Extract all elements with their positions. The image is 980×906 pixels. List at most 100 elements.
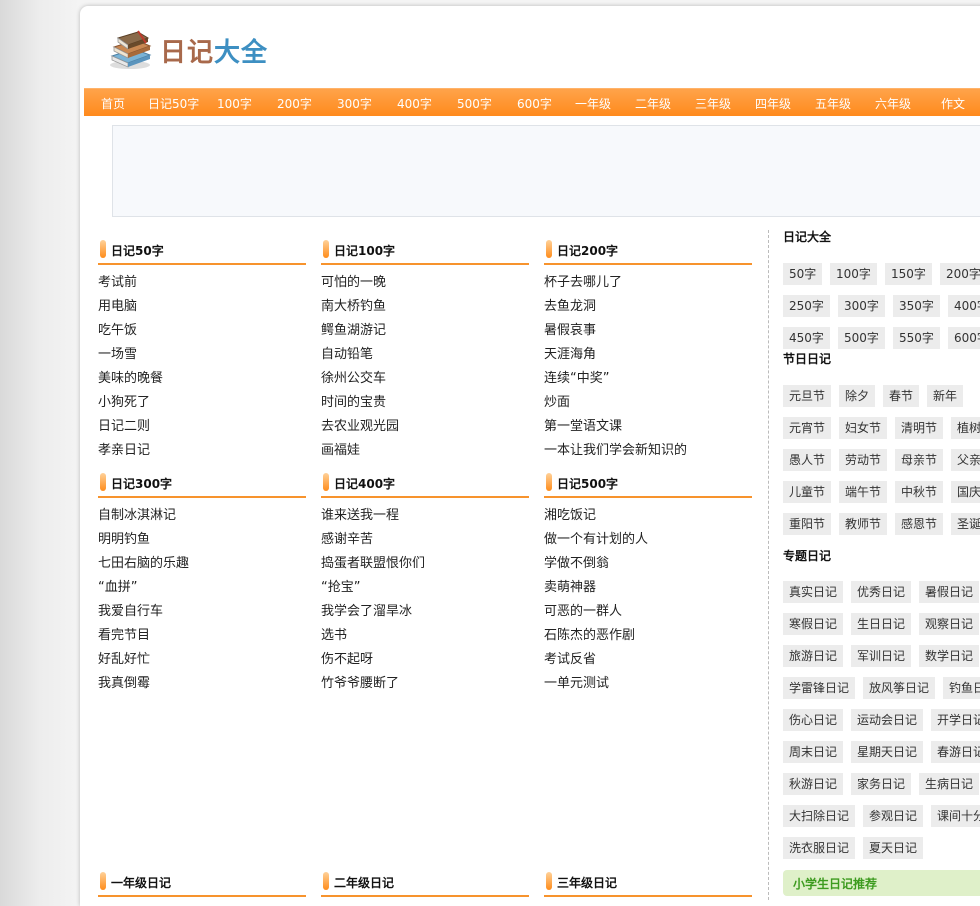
- article-link[interactable]: 伤不起呀: [321, 648, 529, 672]
- column-title[interactable]: 日记300字: [111, 475, 172, 492]
- article-link[interactable]: 可怕的一晚: [321, 271, 529, 295]
- article-link[interactable]: 考试前: [98, 271, 306, 295]
- sidebar-tag[interactable]: 暑假日记: [919, 581, 980, 603]
- sidebar-tag[interactable]: 200字: [940, 263, 980, 285]
- sidebar-tag[interactable]: 清明节: [895, 417, 944, 439]
- article-link[interactable]: 孝亲日记: [98, 439, 306, 463]
- sidebar-tag[interactable]: 国庆节: [951, 481, 980, 503]
- nav-item[interactable]: 二年级: [635, 95, 671, 112]
- sidebar-tag[interactable]: 重阳节: [783, 513, 832, 535]
- nav-item[interactable]: 100字: [217, 95, 252, 112]
- article-link[interactable]: 吃午饭: [98, 319, 306, 343]
- article-link[interactable]: 天涯海角: [544, 343, 752, 367]
- article-link[interactable]: “血拼”: [98, 576, 306, 600]
- article-link[interactable]: 一单元测试: [544, 672, 752, 696]
- sidebar-tag[interactable]: 大扫除日记: [783, 805, 856, 827]
- article-link[interactable]: 南大桥钓鱼: [321, 295, 529, 319]
- sidebar-tag[interactable]: 寒假日记: [783, 613, 844, 635]
- sidebar-tag[interactable]: 350字: [893, 295, 940, 317]
- article-link[interactable]: 暑假哀事: [544, 319, 752, 343]
- nav-item[interactable]: 200字: [277, 95, 312, 112]
- article-link[interactable]: 石陈杰的恶作剧: [544, 624, 752, 648]
- sidebar-tag[interactable]: 放风筝日记: [863, 677, 936, 699]
- article-link[interactable]: 炒面: [544, 391, 752, 415]
- sidebar-tag[interactable]: 450字: [783, 327, 830, 349]
- article-link[interactable]: 捣蛋者联盟恨你们: [321, 552, 529, 576]
- article-link[interactable]: 杯子去哪儿了: [544, 271, 752, 295]
- sidebar-tag[interactable]: 运动会日记: [851, 709, 924, 731]
- sidebar-tag[interactable]: 250字: [783, 295, 830, 317]
- article-link[interactable]: 连续“中奖”: [544, 367, 752, 391]
- nav-item[interactable]: 日记50字: [148, 95, 199, 112]
- sidebar-tag[interactable]: 钓鱼日记: [943, 677, 980, 699]
- sidebar-tag[interactable]: 母亲节: [895, 449, 944, 471]
- sidebar-tag[interactable]: 劳动节: [839, 449, 888, 471]
- sidebar-tag[interactable]: 春游日记: [931, 741, 980, 763]
- sidebar-tag[interactable]: 愚人节: [783, 449, 832, 471]
- sidebar-tag[interactable]: 50字: [783, 263, 823, 285]
- sidebar-tag[interactable]: 端午节: [839, 481, 888, 503]
- sidebar-tag[interactable]: 洗衣服日记: [783, 837, 856, 859]
- column-title[interactable]: 一年级日记: [111, 874, 171, 891]
- column-title[interactable]: 日记500字: [557, 475, 618, 492]
- article-link[interactable]: 小狗死了: [98, 391, 306, 415]
- nav-item[interactable]: 300字: [337, 95, 372, 112]
- sidebar-tag[interactable]: 夏天日记: [863, 837, 924, 859]
- sidebar-tag[interactable]: 元宵节: [783, 417, 832, 439]
- sidebar-tag[interactable]: 550字: [893, 327, 940, 349]
- article-link[interactable]: 竹爷爷腰断了: [321, 672, 529, 696]
- sidebar-tag[interactable]: 参观日记: [863, 805, 924, 827]
- sidebar-tag[interactable]: 星期天日记: [851, 741, 924, 763]
- sidebar-tag[interactable]: 真实日记: [783, 581, 844, 603]
- sidebar-tag[interactable]: 妇女节: [839, 417, 888, 439]
- nav-item[interactable]: 500字: [457, 95, 492, 112]
- article-link[interactable]: “抢宝”: [321, 576, 529, 600]
- article-link[interactable]: 我学会了溜旱冰: [321, 600, 529, 624]
- article-link[interactable]: 第一堂语文课: [544, 415, 752, 439]
- sidebar-tag[interactable]: 100字: [830, 263, 877, 285]
- sidebar-tag[interactable]: 圣诞节: [951, 513, 980, 535]
- article-link[interactable]: 做一个有计划的人: [544, 528, 752, 552]
- nav-item[interactable]: 600字: [517, 95, 552, 112]
- article-link[interactable]: 画福娃: [321, 439, 529, 463]
- article-link[interactable]: 谁来送我一程: [321, 504, 529, 528]
- article-link[interactable]: 自制冰淇淋记: [98, 504, 306, 528]
- article-link[interactable]: 我真倒霉: [98, 672, 306, 696]
- article-link[interactable]: 明明钓鱼: [98, 528, 306, 552]
- sidebar-tag[interactable]: 生日日记: [851, 613, 912, 635]
- sidebar-tag[interactable]: 中秋节: [895, 481, 944, 503]
- article-link[interactable]: 一本让我们学会新知识的: [544, 439, 752, 463]
- sidebar-tag[interactable]: 数学日记: [919, 645, 980, 667]
- nav-item[interactable]: 六年级: [875, 95, 911, 112]
- article-link[interactable]: 用电脑: [98, 295, 306, 319]
- sidebar-tag[interactable]: 600字: [948, 327, 980, 349]
- nav-item[interactable]: 四年级: [755, 95, 791, 112]
- nav-item[interactable]: 首页: [101, 95, 125, 112]
- article-link[interactable]: 学做不倒翁: [544, 552, 752, 576]
- article-link[interactable]: 自动铅笔: [321, 343, 529, 367]
- sidebar-tag[interactable]: 父亲节: [951, 449, 980, 471]
- article-link[interactable]: 去鱼龙洞: [544, 295, 752, 319]
- article-link[interactable]: 可恶的一群人: [544, 600, 752, 624]
- sidebar-tag[interactable]: 家务日记: [851, 773, 912, 795]
- column-title[interactable]: 日记400字: [334, 475, 395, 492]
- article-link[interactable]: 去农业观光园: [321, 415, 529, 439]
- sidebar-tag[interactable]: 军训日记: [851, 645, 912, 667]
- article-link[interactable]: 日记二则: [98, 415, 306, 439]
- article-link[interactable]: 感谢辛苦: [321, 528, 529, 552]
- site-logo[interactable]: 日记大全: [108, 28, 268, 72]
- sidebar-tag[interactable]: 教师节: [839, 513, 888, 535]
- nav-item[interactable]: 三年级: [695, 95, 731, 112]
- sidebar-tag[interactable]: 生病日记: [919, 773, 980, 795]
- sidebar-tag[interactable]: 春节: [883, 385, 920, 407]
- sidebar-tag[interactable]: 元旦节: [783, 385, 832, 407]
- sidebar-tag[interactable]: 植树节: [951, 417, 980, 439]
- sidebar-tag[interactable]: 优秀日记: [851, 581, 912, 603]
- nav-item[interactable]: 400字: [397, 95, 432, 112]
- article-link[interactable]: 时间的宝贵: [321, 391, 529, 415]
- article-link[interactable]: 鳄鱼湖游记: [321, 319, 529, 343]
- sidebar-tag[interactable]: 伤心日记: [783, 709, 844, 731]
- nav-item[interactable]: 五年级: [815, 95, 851, 112]
- article-link[interactable]: 考试反省: [544, 648, 752, 672]
- sidebar-tag[interactable]: 400字: [948, 295, 980, 317]
